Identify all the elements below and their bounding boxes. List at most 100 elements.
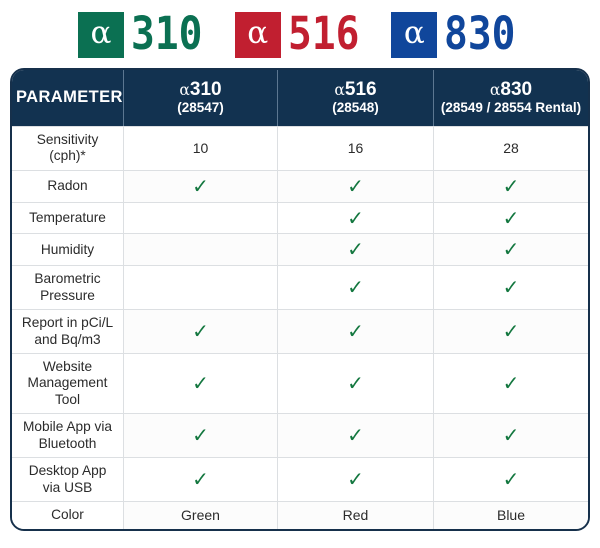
alpha830-logo: α 830 [391, 6, 522, 60]
checkmark-icon: ✓ [347, 371, 364, 396]
alpha516-logo: α 516 [234, 6, 366, 60]
model-number-0: 310 [189, 78, 222, 100]
cell-value: 28 [503, 140, 519, 157]
table-row: Sensitivity (cph)* 10 16 28 [12, 126, 588, 170]
checkmark-icon: ✓ [502, 371, 520, 396]
check-cell: ✓ [278, 413, 434, 458]
check-cell: ✓ [278, 353, 434, 414]
table-row: Temperature ✓ ✓ [12, 201, 588, 234]
cell-value: 16 [347, 140, 364, 157]
header-model-sku-0: (28547) [177, 99, 224, 115]
header-model-title-0: α310 [128, 78, 273, 100]
alpha-symbol-2: α [489, 80, 501, 99]
checkmark-icon: ✓ [502, 319, 520, 344]
checkmark-icon: ✓ [502, 173, 520, 198]
logo-number: 516 [287, 6, 360, 60]
value-cell: Blue [434, 501, 588, 529]
header-row: PARAMETER α310 (28547) α516 (28548) α830 [12, 70, 588, 126]
alpha-symbol-1: α [334, 80, 345, 99]
logo-strip: α 310 α 516 α 830 [0, 0, 600, 68]
checkmark-icon: ✓ [347, 205, 364, 230]
logo-number: 830 [444, 6, 516, 60]
header-model-sku-2: (28549 / 28554 Rental) [440, 99, 582, 115]
alpha-symbol-0: α [179, 80, 190, 99]
check-cell: ✓ [278, 265, 434, 310]
checkmark-icon: ✓ [502, 205, 520, 230]
checkmark-icon: ✓ [502, 275, 520, 300]
cell-value: Green [181, 507, 220, 524]
table-body: Sensitivity (cph)* 10 16 28 Radon ✓ ✓ ✓ Temperat… [12, 126, 588, 529]
header-model-1: α516 (28548) [278, 70, 434, 126]
checkmark-icon: ✓ [347, 237, 364, 262]
parameter-label: Temperature [12, 201, 124, 234]
check-cell: ✓ [434, 201, 588, 234]
alpha-badge-icon: α [77, 12, 124, 58]
alpha-badge-icon: α [391, 12, 438, 58]
check-cell: ✓ [124, 353, 278, 414]
parameter-label: Desktop App via USB [12, 457, 124, 502]
check-cell: ✓ [278, 309, 434, 354]
parameter-label: Mobile App via Bluetooth [12, 413, 124, 458]
alpha-badge-icon: α [234, 12, 281, 58]
table-row: Website Management Tool ✓ ✓ ✓ [12, 353, 588, 414]
cell-value: Blue [496, 507, 526, 524]
parameter-label: Sensitivity (cph)* [12, 126, 124, 170]
checkmark-icon: ✓ [192, 467, 209, 492]
check-cell: ✓ [434, 353, 588, 414]
check-cell: ✓ [434, 265, 588, 310]
table-row: Color Green Red Blue [12, 501, 588, 529]
header-model-0: α310 (28547) [124, 70, 278, 126]
alpha310-logo: α 310 [77, 6, 209, 60]
parameter-label: Website Management Tool [12, 353, 124, 414]
check-cell: ✓ [124, 413, 278, 458]
check-cell: ✓ [278, 233, 434, 266]
check-cell: ✓ [124, 309, 278, 354]
value-cell: 16 [278, 126, 434, 170]
parameter-label: Humidity [12, 233, 124, 266]
checkmark-icon: ✓ [347, 467, 364, 492]
table-row: Desktop App via USB ✓ ✓ ✓ [12, 457, 588, 502]
checkmark-icon: ✓ [502, 467, 520, 492]
check-cell: ✓ [434, 233, 588, 266]
check-cell: ✓ [278, 169, 434, 202]
check-cell: ✓ [434, 457, 588, 502]
check-cell: ✓ [278, 457, 434, 502]
checkmark-icon: ✓ [347, 173, 364, 198]
empty-cell [124, 265, 278, 310]
check-cell: ✓ [124, 457, 278, 502]
checkmark-icon: ✓ [192, 371, 209, 396]
spec-table-container: PARAMETER α310 (28547) α516 (28548) α830 [10, 68, 590, 531]
table-row: Mobile App via Bluetooth ✓ ✓ ✓ [12, 413, 588, 458]
table-row: Humidity ✓ ✓ [12, 233, 588, 266]
check-cell: ✓ [124, 169, 278, 202]
empty-cell [124, 233, 278, 266]
checkmark-icon: ✓ [502, 423, 520, 448]
header-parameter: PARAMETER [12, 70, 124, 126]
spec-comparison-table: PARAMETER α310 (28547) α516 (28548) α830 [10, 68, 590, 531]
header-model-2: α830 (28549 / 28554 Rental) [434, 70, 588, 126]
value-cell: Red [278, 501, 434, 529]
cell-value: 10 [192, 140, 209, 157]
check-cell: ✓ [434, 169, 588, 202]
checkmark-icon: ✓ [192, 173, 209, 198]
table-row: Radon ✓ ✓ ✓ [12, 169, 588, 202]
checkmark-icon: ✓ [502, 237, 520, 262]
header-model-sku-1: (28548) [332, 99, 379, 115]
header-model-title-2: α830 [438, 78, 584, 100]
model-number-1: 516 [344, 78, 377, 100]
check-cell: ✓ [434, 309, 588, 354]
parameter-label: Color [12, 501, 124, 529]
header-model-title-1: α516 [282, 78, 429, 100]
value-cell: Green [124, 501, 278, 529]
parameter-label: Barometric Pressure [12, 265, 124, 310]
check-cell: ✓ [434, 413, 588, 458]
checkmark-icon: ✓ [192, 423, 209, 448]
cell-value: Red [342, 507, 369, 524]
checkmark-icon: ✓ [347, 423, 364, 448]
checkmark-icon: ✓ [347, 319, 364, 344]
checkmark-icon: ✓ [347, 275, 364, 300]
model-number-2: 830 [500, 78, 533, 100]
parameter-label: Report in pCi/L and Bq/m3 [12, 309, 124, 354]
logo-number: 310 [130, 6, 203, 60]
table-row: Barometric Pressure ✓ ✓ [12, 265, 588, 310]
